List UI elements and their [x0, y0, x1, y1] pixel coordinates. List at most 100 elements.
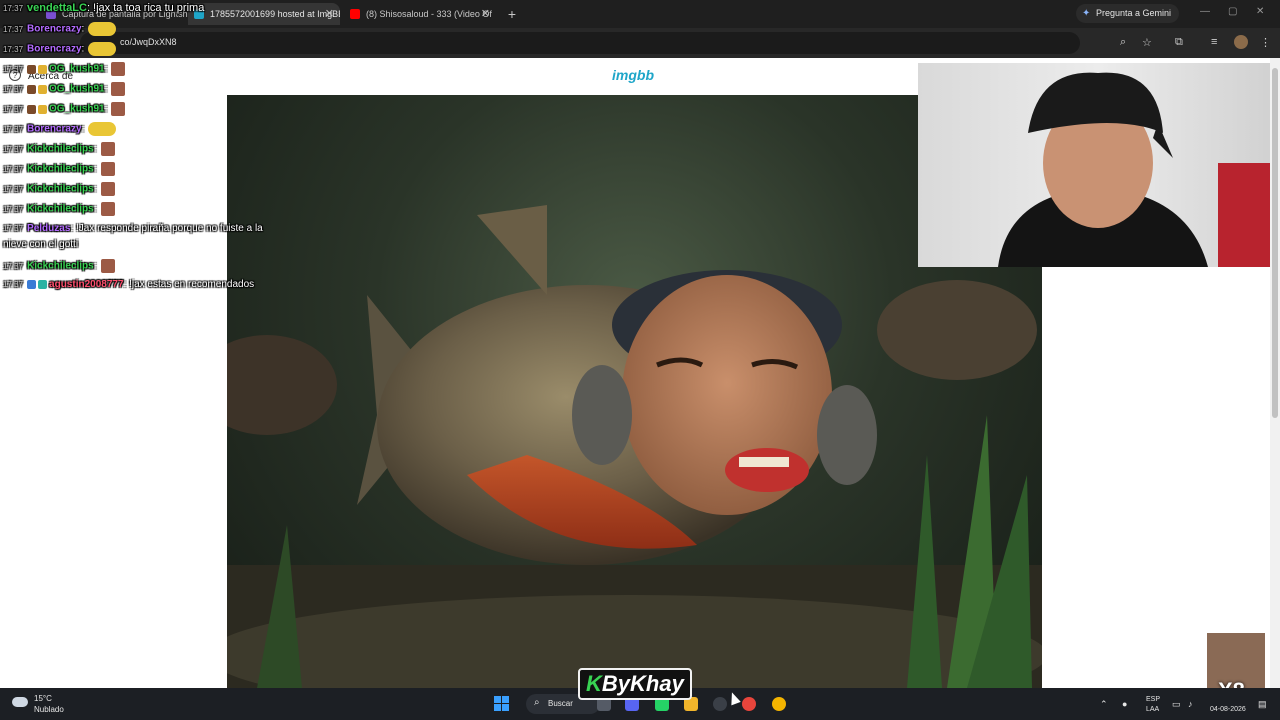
- chat-username[interactable]: Kickchileclips: [27, 144, 94, 155]
- weather-temperature[interactable]: 15°C: [34, 694, 52, 703]
- face-emote-icon: [100, 202, 115, 216]
- close-tab-icon[interactable]: ✕: [325, 3, 334, 25]
- chat-username[interactable]: Borencrazy: [27, 24, 81, 35]
- chat-username[interactable]: Borencrazy: [27, 44, 81, 55]
- close-tab-icon[interactable]: ✕: [481, 3, 490, 25]
- chat-username[interactable]: Kickchileclips: [27, 204, 94, 215]
- chat-username[interactable]: OG_kush91: [49, 104, 105, 115]
- badge-icon: [27, 279, 37, 289]
- badge-icon: [38, 84, 48, 94]
- chrome-icon[interactable]: [742, 697, 756, 711]
- chat-timestamp: 17:37: [3, 4, 24, 13]
- chat-text: nieve con el gotti: [3, 239, 79, 250]
- chat-message: 17:37 Kickchileclips:: [3, 182, 115, 196]
- badge-icon: [38, 104, 48, 114]
- face-emote-icon: [100, 162, 115, 176]
- chat-text: :: [104, 83, 108, 95]
- chat-timestamp: 17:37: [3, 124, 24, 134]
- chat-message: 17:37 OG_kush91:: [3, 102, 126, 116]
- chat-text: :: [81, 123, 85, 135]
- gemini-label: Pregunta a Gemini: [1096, 8, 1172, 18]
- chat-timestamp: 17:37: [3, 44, 24, 54]
- chat-timestamp: 17:37: [3, 24, 24, 34]
- chat-text: :: [104, 103, 108, 115]
- tab-youtube[interactable]: (8) Shisosaloud - 333 (Video Of ✕: [344, 3, 496, 25]
- taskbar-date[interactable]: 04-08-2026: [1210, 706, 1246, 713]
- chat-username[interactable]: agustin2008777: [49, 279, 124, 290]
- extensions-icon[interactable]: ⧉: [1175, 36, 1183, 49]
- scrollbar-thumb[interactable]: [1272, 68, 1278, 418]
- notification-icon[interactable]: ▤: [1258, 699, 1267, 710]
- badge-icon: [38, 64, 48, 74]
- chat-timestamp: 17:37: [3, 164, 24, 174]
- chat-text: : !Jax responde piraña porque no fuiste …: [70, 223, 263, 234]
- chat-message: 17:37 Kickchileclips:: [3, 202, 115, 216]
- chrome-alt-icon[interactable]: [772, 697, 786, 711]
- bookmark-star-icon[interactable]: ☆: [1142, 36, 1152, 49]
- language-bottom[interactable]: LAA: [1146, 706, 1159, 713]
- badge-icon: [38, 279, 48, 289]
- weather-description[interactable]: Nublado: [34, 705, 64, 714]
- tab-label: (8) Shisosaloud - 333 (Video Of: [366, 9, 492, 19]
- close-window-icon[interactable]: ✕: [1256, 6, 1264, 17]
- streamer-webcam: [998, 72, 1280, 267]
- avatar[interactable]: [1234, 35, 1248, 49]
- chat-username[interactable]: Borencrazy: [27, 124, 81, 135]
- face-emote-icon: [111, 82, 126, 96]
- language-top[interactable]: ESP: [1146, 696, 1160, 703]
- zoom-icon[interactable]: ⌕: [1120, 36, 1126, 49]
- pepe-emote-icon: [88, 22, 117, 36]
- chat-message: 17:37 Kickchileclips:: [3, 259, 115, 273]
- cloud-icon[interactable]: [12, 697, 28, 707]
- maximize-icon[interactable]: ▢: [1228, 6, 1237, 17]
- chat-username[interactable]: Kickchileclips: [27, 184, 94, 195]
- chat-timestamp: 17:37: [3, 280, 24, 289]
- search-icon: ⌕: [534, 697, 540, 708]
- chat-message: 17:37 Kickchileclips:: [3, 142, 115, 156]
- chat-text: :: [104, 63, 108, 75]
- chat-message: 17:37 Borencrazy:: [3, 122, 117, 136]
- chat-message: 17:37 OG_kush91:: [3, 82, 126, 96]
- face-emote-icon: [111, 102, 126, 116]
- new-tab-button[interactable]: +: [505, 3, 519, 25]
- chat-timestamp: 17:37: [3, 84, 24, 94]
- chat-message: 17:37 OG_kush91:: [3, 62, 126, 76]
- chat-text: : !jax estas en recomendados: [123, 279, 255, 290]
- speaker-icon[interactable]: ♪: [1188, 699, 1193, 709]
- chat-message: 17:37 agustin2008777: !jax estas en recom…: [3, 279, 254, 290]
- chat-username[interactable]: vendettaLC: [27, 2, 87, 14]
- chat-timestamp: 17:37: [3, 204, 24, 214]
- display-icon[interactable]: ▭: [1172, 699, 1181, 710]
- obs-icon[interactable]: [713, 697, 727, 711]
- windows-start-icon[interactable]: [494, 696, 510, 712]
- pepe-emote-icon: [88, 122, 117, 136]
- watermark-text: ByKhay: [601, 671, 684, 696]
- chat-timestamp: 17:37: [3, 224, 24, 233]
- chat-text: :: [93, 203, 97, 215]
- gemini-button[interactable]: ✦ Pregunta a Gemini: [1076, 4, 1180, 23]
- chat-timestamp: 17:37: [3, 144, 24, 154]
- chat-text: :: [81, 43, 85, 55]
- media-controls-icon[interactable]: ≡: [1211, 36, 1217, 48]
- chat-username[interactable]: Pelduzas: [27, 223, 70, 234]
- site-logo[interactable]: imgbb: [612, 67, 654, 83]
- chat-username[interactable]: OG_kush91: [49, 84, 105, 95]
- tray-chevron-icon[interactable]: ⌃: [1100, 699, 1108, 710]
- pepe-emote-icon: [88, 42, 117, 56]
- chat-username[interactable]: OG_kush91: [49, 64, 105, 75]
- chat-timestamp: 17:37: [3, 104, 24, 114]
- chat-message: 17:37 Borencrazy:: [3, 42, 117, 56]
- chat-text: : !jax ta toa rica tu prima: [86, 2, 205, 14]
- face-emote-icon: [111, 62, 126, 76]
- chat-text: :: [93, 183, 97, 195]
- minimize-icon[interactable]: —: [1200, 6, 1210, 17]
- chat-timestamp: 17:37: [3, 261, 24, 271]
- microphone-icon[interactable]: ●: [1122, 699, 1127, 709]
- chat-username[interactable]: Kickchileclips: [27, 261, 94, 272]
- chat-username[interactable]: Kickchileclips: [27, 164, 94, 175]
- chat-message: 17:37 vendettaLC: !jax ta toa rica tu pri…: [3, 2, 204, 14]
- chat-message: 17:37 Pelduzas: !Jax responde piraña porq…: [3, 223, 263, 234]
- badge-icon: [27, 84, 37, 94]
- badge-icon: [27, 104, 37, 114]
- kebab-menu-icon[interactable]: ⋮: [1260, 36, 1271, 49]
